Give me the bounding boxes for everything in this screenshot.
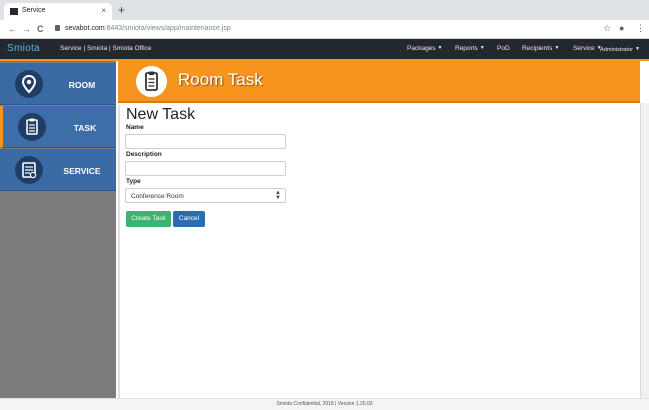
caret-down-icon: ▼ bbox=[437, 45, 443, 51]
name-label: Name bbox=[126, 124, 144, 131]
type-label: Type bbox=[126, 178, 141, 185]
page-title: Room Task bbox=[178, 70, 263, 89]
cancel-button[interactable]: Cancel bbox=[173, 211, 205, 227]
tab-close-icon[interactable]: × bbox=[101, 6, 106, 15]
type-select[interactable]: Conference Room ▲ ▼ bbox=[125, 188, 286, 203]
browser-menu-icon[interactable]: ⋮ bbox=[636, 23, 645, 34]
address-bar: ← → C sevabot.com:8443/smiota/views/app/… bbox=[0, 20, 649, 39]
brand-logo[interactable]: Smiota bbox=[7, 43, 40, 54]
description-field[interactable] bbox=[125, 161, 286, 176]
description-label: Description bbox=[126, 151, 162, 158]
location-pin-icon bbox=[15, 70, 43, 98]
back-icon[interactable]: ← bbox=[8, 24, 17, 34]
tab-title: Service bbox=[22, 7, 46, 14]
clipboard-icon bbox=[18, 113, 46, 141]
type-select-value: Conference Room bbox=[131, 193, 184, 200]
sidebar-item-room[interactable]: ROOM bbox=[0, 63, 116, 105]
url-path: :8443/smiota/views/app/maintenance.jsp bbox=[104, 25, 231, 32]
nav-user[interactable]: Administrator ▼ bbox=[600, 46, 640, 53]
nav-recipients[interactable]: Recipients ▼ bbox=[522, 45, 559, 52]
nav-user-label: Administrator bbox=[600, 47, 633, 53]
caret-down-icon: ▼ bbox=[479, 45, 485, 51]
caret-down-icon: ▼ bbox=[634, 46, 640, 52]
nav-reports-label: Reports bbox=[455, 45, 478, 52]
sidebar-item-label: TASK bbox=[73, 123, 97, 133]
url-field[interactable]: sevabot.com:8443/smiota/views/app/mainte… bbox=[55, 25, 231, 32]
sidebar-item-task[interactable]: TASK bbox=[0, 106, 116, 148]
form-heading: New Task bbox=[126, 106, 196, 123]
name-field[interactable] bbox=[125, 134, 286, 149]
app-navbar: Smiota Service | Smiota | Smiota Office … bbox=[0, 39, 649, 59]
nav-packages-label: Packages bbox=[407, 45, 436, 52]
bookmark-star-icon[interactable]: ☆ bbox=[603, 23, 611, 34]
new-tab-icon[interactable]: + bbox=[118, 3, 125, 17]
browser-tab-bar: Service × + bbox=[0, 0, 649, 20]
caret-down-icon: ▼ bbox=[554, 45, 560, 51]
favicon-icon bbox=[10, 8, 18, 15]
sidebar-item-service[interactable]: SERVICE bbox=[0, 149, 116, 191]
url-host: sevabot.com bbox=[65, 25, 105, 32]
nav-pod[interactable]: PoD bbox=[497, 45, 510, 52]
nav-packages[interactable]: Packages ▼ bbox=[407, 45, 443, 52]
nav-recipients-label: Recipients bbox=[522, 45, 553, 52]
sidebar-item-label: SERVICE bbox=[63, 166, 101, 176]
clipboard-icon bbox=[136, 66, 167, 97]
breadcrumb: Service | Smiota | Smiota Office bbox=[60, 45, 152, 52]
sidebar-item-label: ROOM bbox=[68, 80, 96, 90]
lock-icon bbox=[55, 25, 60, 31]
page-header: Room Task bbox=[118, 61, 640, 103]
scrollbar[interactable] bbox=[640, 103, 649, 398]
account-icon[interactable]: ● bbox=[619, 23, 624, 33]
nav-service-label: Service bbox=[573, 45, 595, 52]
reload-icon[interactable]: C bbox=[37, 24, 44, 34]
page-footer: Smiota Confidential, 2018 | Version 1.20… bbox=[0, 398, 649, 410]
service-list-icon bbox=[15, 156, 43, 184]
select-arrows-icon: ▲ ▼ bbox=[275, 190, 281, 201]
browser-tab[interactable]: Service × bbox=[4, 3, 112, 20]
nav-service[interactable]: Service ▼ bbox=[573, 45, 602, 52]
create-task-button[interactable]: Create Task bbox=[126, 211, 171, 227]
nav-reports[interactable]: Reports ▼ bbox=[455, 45, 485, 52]
forward-icon[interactable]: → bbox=[22, 24, 31, 34]
sidebar: ROOM TASK SERVICE bbox=[0, 61, 116, 398]
